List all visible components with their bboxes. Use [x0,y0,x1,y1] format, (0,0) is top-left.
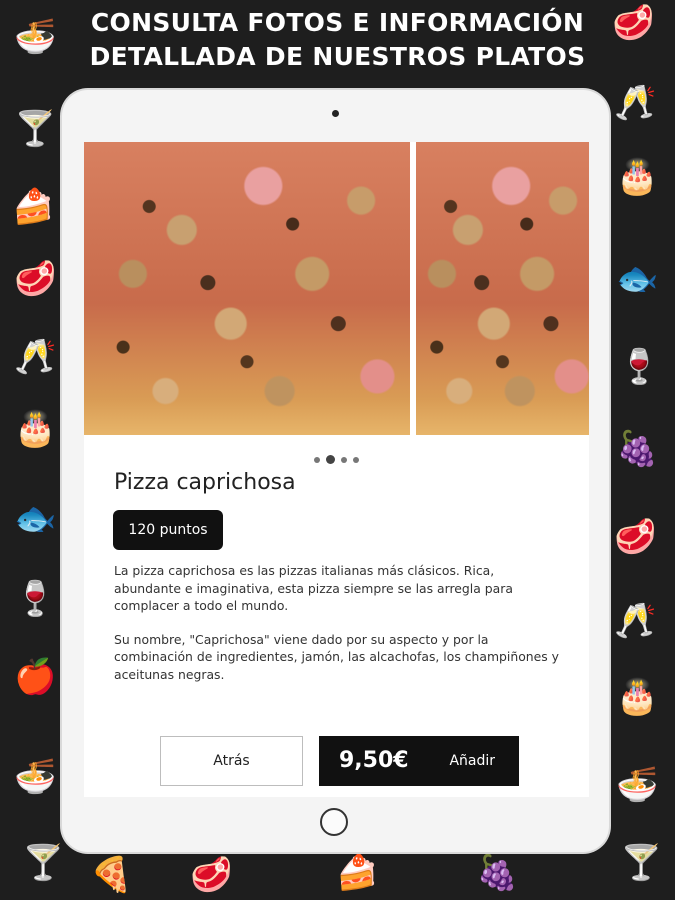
steak-icon: 🥩 [190,855,233,895]
banner-line-1: CONSULTA FOTOS E INFORMACIÓN [90,8,585,37]
dish-title: Pizza caprichosa [114,470,296,495]
steak-icon: 🥩 [14,259,57,299]
fish-icon: 🐟 [616,259,659,299]
pagination-dot[interactable] [326,455,335,464]
fruit-icon: 🍇 [616,429,659,469]
birthday-cake-icon: 🎂 [616,677,659,717]
noodle-bowl-icon: 🍜 [14,757,57,797]
promo-banner: CONSULTA FOTOS E INFORMACIÓN DETALLADA D… [0,6,675,74]
cake-icon: 🍰 [336,853,379,893]
camera-dot [332,110,339,117]
wine-glasses-icon: 🥂 [614,83,657,123]
cocktail-icon: 🍸 [14,109,57,149]
fish-icon: 🐟 [14,499,57,539]
noodle-bowl-icon: 🍜 [616,765,659,805]
home-button[interactable] [320,808,348,836]
points-badge: 120 puntos [113,510,223,550]
fruit-icon: 🍇 [476,853,519,893]
birthday-cake-icon: 🎂 [14,409,57,449]
add-label: Añadir [449,753,495,769]
tablet-frame: Pizza caprichosa 120 puntos La pizza cap… [62,90,609,852]
cocktail-icon: 🍸 [620,843,663,883]
back-button[interactable]: Atrás [160,736,303,786]
birthday-cake-icon: 🎂 [616,157,659,197]
cocktail-icon: 🍸 [22,843,65,883]
banner-line-2: DETALLADA DE NUESTROS PLATOS [89,42,586,71]
description-paragraph-2: Su nombre, "Caprichosa" viene dado por s… [114,631,559,682]
dish-description: La pizza caprichosa es las pizzas italia… [114,562,564,699]
pagination-dot[interactable] [341,456,347,463]
fruit-icon: 🍎 [14,657,57,697]
gallery-pagination[interactable] [84,449,589,464]
pizza-photo-next[interactable] [416,142,589,435]
steak-icon: 🥩 [614,517,657,557]
add-to-order-button[interactable]: 9,50€ Añadir [319,736,519,786]
wine-glasses-icon: 🥂 [14,337,57,377]
pagination-dot[interactable] [353,456,359,463]
wine-bottle-icon: 🍷 [618,347,661,387]
wine-bottle-icon: 🍷 [14,579,57,619]
photo-gallery[interactable] [84,142,589,435]
pizza-photo[interactable] [84,142,410,435]
pagination-dot[interactable] [314,456,320,463]
description-paragraph-1: La pizza caprichosa es las pizzas italia… [114,563,513,613]
wine-glasses-icon: 🥂 [614,601,657,641]
cake-icon: 🍰 [12,187,55,227]
price-label: 9,50€ [339,748,409,773]
pizza-icon: 🍕 [90,855,133,895]
dish-detail-screen: Pizza caprichosa 120 puntos La pizza cap… [84,142,589,797]
